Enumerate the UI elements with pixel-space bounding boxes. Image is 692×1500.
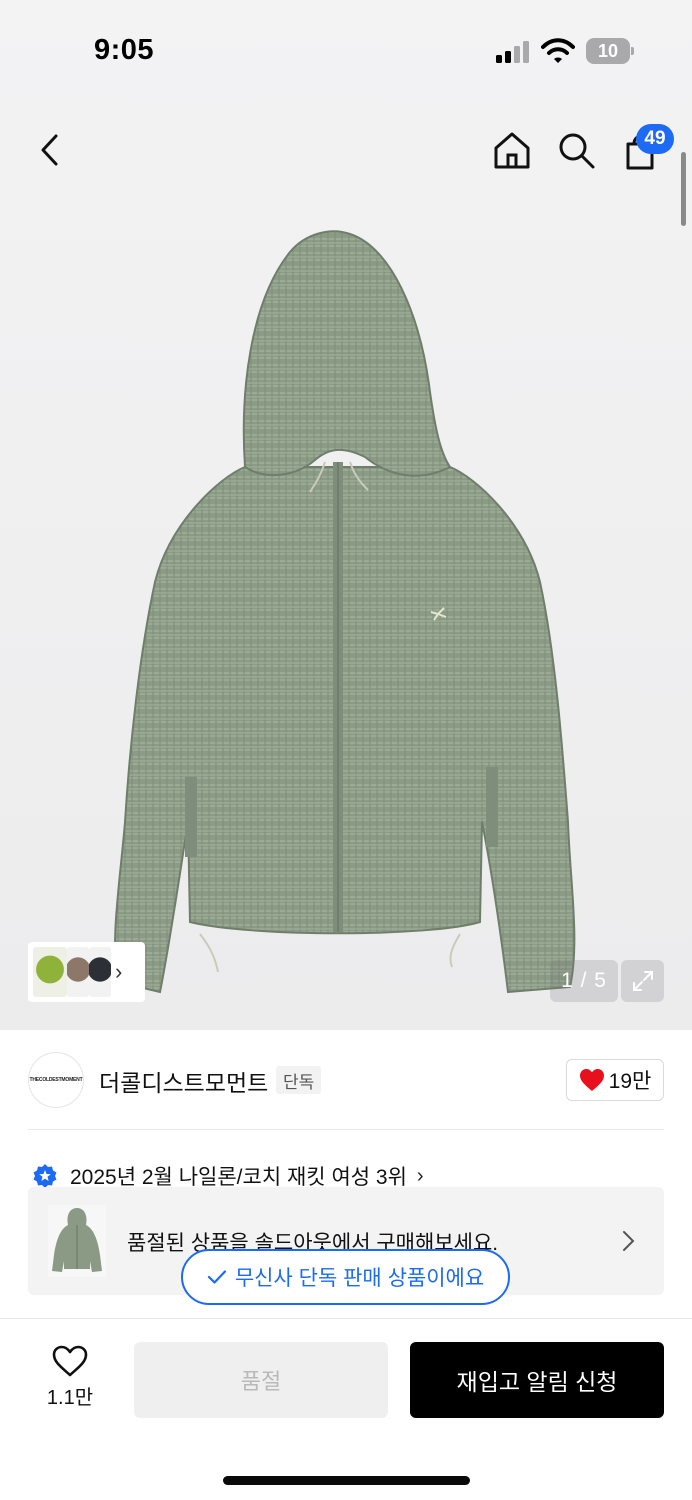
heart-filled-icon xyxy=(579,1069,604,1091)
back-button[interactable] xyxy=(30,128,70,172)
wifi-icon xyxy=(541,38,575,63)
restock-alert-button[interactable]: 재입고 알림 신청 xyxy=(410,1342,664,1418)
status-time: 9:05 xyxy=(94,34,155,66)
expand-image-button[interactable] xyxy=(621,960,664,1002)
battery-indicator: 10 xyxy=(586,38,634,64)
soldout-button: 품절 xyxy=(134,1342,388,1418)
color-variants-thumbnails[interactable]: › xyxy=(28,942,145,1002)
battery-level: 10 xyxy=(586,38,630,64)
exclusive-notice-pill: 무신사 단독 판매 상품이에요 xyxy=(181,1249,510,1305)
search-icon xyxy=(559,133,595,169)
checkmark-icon xyxy=(207,1270,226,1284)
product-jacket-image xyxy=(114,230,576,994)
heart-outline-icon xyxy=(52,1345,88,1377)
home-icon xyxy=(494,132,530,169)
wishlist-count: 1.1만 xyxy=(46,1387,94,1409)
cart-count-badge: 49 xyxy=(636,124,674,154)
status-bar: 9:05 10 xyxy=(0,0,692,100)
banner-product-thumbnail xyxy=(48,1205,106,1277)
brand-like-button[interactable]: 19만 xyxy=(566,1059,664,1101)
exclusive-tag: 단독 xyxy=(276,1066,322,1094)
battery-tip xyxy=(631,47,634,55)
scrollbar[interactable] xyxy=(681,152,686,226)
wishlist-button[interactable]: 1.1만 xyxy=(40,1345,100,1415)
color-swatch-black[interactable] xyxy=(89,947,111,997)
chevron-right-icon: › xyxy=(115,959,123,984)
divider xyxy=(28,1129,664,1130)
color-swatch-brown[interactable] xyxy=(67,947,89,997)
cellular-signal-icon xyxy=(496,41,529,63)
home-button[interactable] xyxy=(490,128,534,172)
brand-like-count: 19만 xyxy=(608,1070,652,1093)
home-indicator[interactable] xyxy=(223,1476,470,1485)
chevron-right-icon: › xyxy=(416,1164,424,1187)
expand-icon xyxy=(632,971,653,991)
chevron-left-icon xyxy=(41,134,58,166)
image-pager: 1 / 5 xyxy=(550,960,618,1002)
star-badge-icon xyxy=(33,1164,57,1188)
chevron-right-icon xyxy=(623,1231,635,1251)
exclusive-notice-text: 무신사 단독 판매 상품이에요 xyxy=(234,1267,485,1290)
search-button[interactable] xyxy=(554,128,598,172)
brand-logo[interactable]: THECOLDESTMOMENT xyxy=(28,1052,84,1108)
color-swatch-green[interactable] xyxy=(33,947,67,997)
brand-name[interactable]: 더콜디스트모먼트 xyxy=(99,1064,268,1098)
